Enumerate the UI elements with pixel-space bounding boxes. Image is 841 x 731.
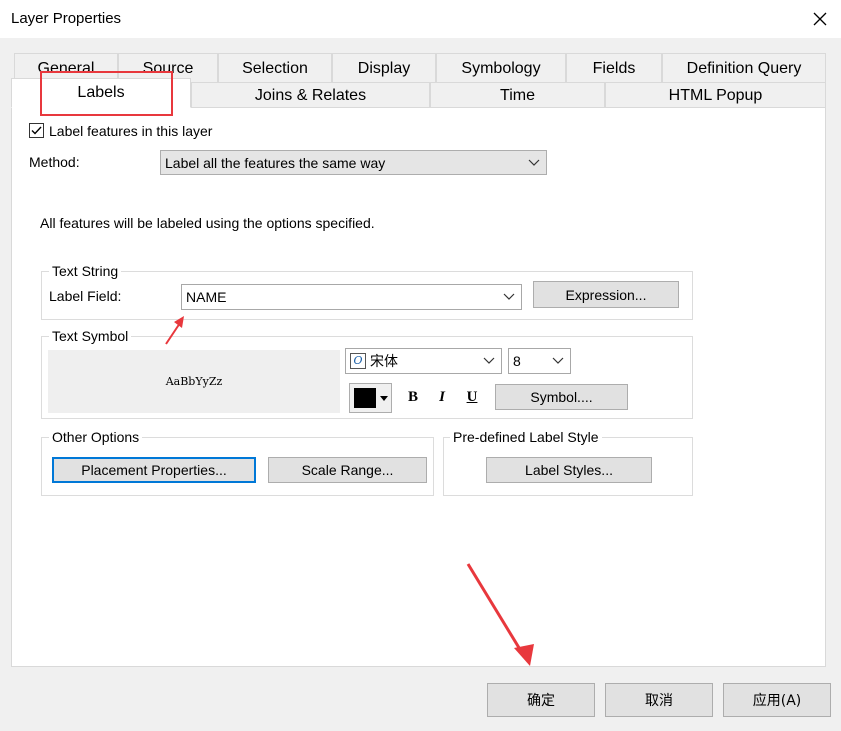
- text-string-title: Text String: [49, 263, 122, 279]
- label-features-checkbox[interactable]: [29, 123, 44, 138]
- predefined-style-title: Pre-defined Label Style: [450, 429, 602, 445]
- ok-button[interactable]: 确定: [487, 683, 595, 717]
- annotation-arrow-icon: [466, 563, 534, 666]
- chevron-down-icon: [528, 159, 540, 166]
- chevron-down-icon: [483, 357, 495, 364]
- info-text: All features will be labeled using the o…: [40, 215, 375, 231]
- label-field-label: Label Field:: [49, 288, 122, 304]
- apply-button[interactable]: 应用(A): [723, 683, 831, 717]
- color-swatch: [354, 388, 376, 408]
- label-field-dropdown[interactable]: NAME: [181, 284, 522, 310]
- close-icon: [813, 12, 827, 26]
- color-picker[interactable]: [349, 383, 392, 413]
- window-title: Layer Properties: [11, 10, 122, 27]
- size-value: 8: [513, 353, 521, 369]
- italic-button[interactable]: I: [430, 385, 454, 409]
- chevron-down-icon: [552, 357, 564, 364]
- tab-symbology[interactable]: Symbology: [436, 53, 566, 83]
- preview-text: AaBbYyZz: [165, 375, 223, 388]
- caret-down-icon: [380, 396, 388, 401]
- label-features-label: Label features in this layer: [49, 123, 213, 139]
- tab-fields[interactable]: Fields: [566, 53, 662, 83]
- method-dropdown[interactable]: Label all the features the same way: [160, 150, 547, 175]
- chevron-down-icon: [503, 293, 515, 300]
- text-symbol-title: Text Symbol: [49, 328, 132, 344]
- tab-html-popup[interactable]: HTML Popup: [605, 82, 826, 108]
- tab-joins-relates[interactable]: Joins & Relates: [191, 82, 430, 108]
- tab-time[interactable]: Time: [430, 82, 605, 108]
- label-field-value: NAME: [186, 289, 227, 305]
- bold-button[interactable]: B: [401, 385, 425, 409]
- expression-button[interactable]: Expression...: [533, 281, 679, 308]
- cancel-button[interactable]: 取消: [605, 683, 713, 717]
- labels-tab-panel: Label features in this layer Method: Lab…: [11, 107, 826, 667]
- underline-button[interactable]: U: [460, 385, 484, 409]
- close-button[interactable]: [800, 2, 840, 36]
- symbol-preview: AaBbYyZz: [48, 350, 340, 413]
- tab-definition-query[interactable]: Definition Query: [662, 53, 826, 83]
- font-value: 宋体: [370, 354, 398, 370]
- size-dropdown[interactable]: 8: [508, 348, 571, 374]
- method-label: Method:: [29, 154, 80, 170]
- font-dropdown[interactable]: O 宋体: [345, 348, 502, 374]
- font-icon: O: [350, 353, 366, 369]
- symbol-button[interactable]: Symbol....: [495, 384, 628, 410]
- label-styles-button[interactable]: Label Styles...: [486, 457, 652, 483]
- checkmark-icon: [31, 126, 42, 135]
- title-bar: [0, 0, 841, 38]
- tab-display[interactable]: Display: [332, 53, 436, 83]
- method-value: Label all the features the same way: [165, 154, 386, 171]
- scale-range-button[interactable]: Scale Range...: [268, 457, 427, 483]
- tab-selection[interactable]: Selection: [218, 53, 332, 83]
- highlight-box: [40, 71, 173, 116]
- placement-properties-button[interactable]: Placement Properties...: [52, 457, 256, 483]
- annotation-arrow-icon: [165, 316, 184, 345]
- other-options-title: Other Options: [49, 429, 143, 445]
